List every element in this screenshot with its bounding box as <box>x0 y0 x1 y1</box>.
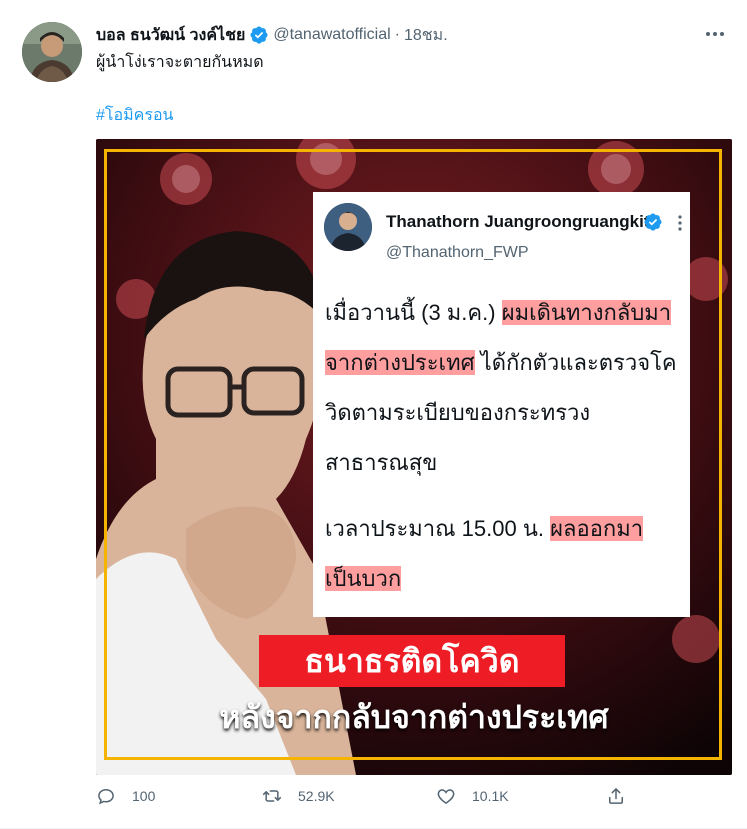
quoted-author-name: Thanathorn Juangroongruangkit <box>386 212 650 231</box>
like-count: 10.1K <box>472 788 509 804</box>
quoted-tweet-text: เมื่อวานนี้ (3 ม.ค.) ผมเดินทางกลับมา จาก… <box>325 288 690 604</box>
tweet-text: ผู้นำโง่เราจะตายกันหมด <box>96 54 264 71</box>
highlighted-text: จากต่างประเทศ <box>325 350 475 375</box>
hashtag-link[interactable]: #โอมิครอน <box>96 103 174 128</box>
quoted-line-2: จากต่างประเทศ ได้กักตัวและตรวจโค <box>325 338 690 388</box>
quoted-line-6: เป็นบวก <box>325 554 690 604</box>
quoted-line-3: วิดตามระเบียบของกระทรวง <box>325 400 591 425</box>
quoted-text-segment: เวลาประมาณ 15.00 น. <box>325 516 551 541</box>
more-dots-icon[interactable] <box>703 22 727 46</box>
heart-icon <box>437 789 455 804</box>
headline-white-text: หลังจากกลับจากต่างประเทศ <box>219 698 609 735</box>
quoted-line-1: เมื่อวานนี้ (3 ม.ค.) ผมเดินทางกลับมา <box>325 288 690 338</box>
author-name[interactable]: บอล ธนวัฒน์ วงค์ไชย <box>96 23 245 48</box>
highlighted-text: ผมเดินทางกลับมา <box>501 300 672 325</box>
reply-button[interactable]: 100 <box>96 786 155 806</box>
tweet-header: บอล ธนวัฒน์ วงค์ไชย @tanawatofficial · 1… <box>96 24 448 46</box>
tweet-image[interactable]: Thanathorn Juangroongruangkit @Thanathor… <box>96 139 732 775</box>
quoted-more-dots-icon <box>678 215 682 231</box>
quoted-line-4: สาธารณสุข <box>325 450 438 475</box>
retweet-count: 52.9K <box>298 788 335 804</box>
author-avatar[interactable] <box>22 22 82 82</box>
quoted-verified-badge-icon <box>644 213 662 231</box>
headline-red-text: ธนาธรติดโควิด <box>304 642 520 679</box>
author-handle[interactable]: @tanawatofficial <box>273 26 390 44</box>
retweet-button[interactable]: 52.9K <box>262 786 335 806</box>
like-button[interactable]: 10.1K <box>436 786 509 806</box>
share-icon <box>609 788 623 804</box>
tweet-timestamp[interactable]: 18ชม. <box>404 23 448 48</box>
retweet-icon <box>262 790 282 802</box>
quoted-line-5: เวลาประมาณ 15.00 น. ผลออกมา <box>325 504 690 554</box>
quoted-author-handle: @Thanathorn_FWP <box>386 244 529 261</box>
headline-banner-red: ธนาธรติดโควิด <box>259 635 565 687</box>
reply-count: 100 <box>132 788 156 804</box>
highlighted-text: ผลออกมา <box>550 516 644 541</box>
separator-dot: · <box>394 26 400 43</box>
verified-badge-icon <box>249 25 269 45</box>
highlighted-text: เป็นบวก <box>325 566 402 591</box>
quoted-tweet-card: Thanathorn Juangroongruangkit @Thanathor… <box>313 192 690 617</box>
quoted-avatar <box>324 203 372 251</box>
quoted-text-segment: เมื่อวานนี้ (3 ม.ค.) <box>325 300 502 325</box>
reply-icon <box>98 788 114 805</box>
headline-banner-white: หลังจากกลับจากต่างประเทศ <box>96 687 732 747</box>
tweet[interactable]: บอล ธนวัฒน์ วงค์ไชย @tanawatofficial · 1… <box>0 0 747 829</box>
share-button[interactable] <box>606 786 626 806</box>
quoted-text-segment: ได้กักตัวและตรวจโค <box>474 350 677 375</box>
